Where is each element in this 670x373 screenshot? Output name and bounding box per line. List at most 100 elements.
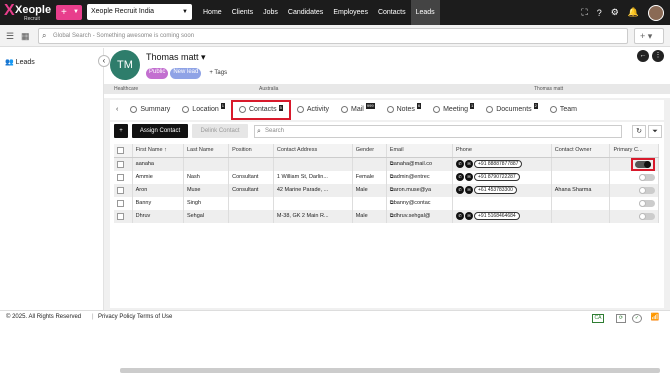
phone-icon[interactable]: ✆ <box>456 212 464 220</box>
table-row[interactable]: Aron Muse Consultant 42 Marine Parade, .… <box>114 183 659 197</box>
table-row[interactable]: Banny Singh ⧉banny@contac <box>114 196 659 210</box>
tab-documents[interactable]: Documents2 <box>480 100 544 120</box>
tab-activity[interactable]: Activity <box>291 100 335 120</box>
add-tags-button[interactable]: + Tags <box>209 68 227 79</box>
cell-gender <box>352 196 387 210</box>
cell-first-name: Ammie <box>132 170 184 184</box>
table-row[interactable]: aanaha ⧉anaha@mail.co ✆ ✉ +91 88887877887 <box>114 157 659 171</box>
settings-gear-icon[interactable]: ⚙ <box>611 7 619 18</box>
cell-email[interactable]: ⧉banny@contac <box>386 196 454 210</box>
global-add-button[interactable]: + ▾ <box>634 28 664 44</box>
primary-contact-toggle[interactable] <box>639 199 655 207</box>
contacts-table: First Name ↑ Last Name Position Contact … <box>114 144 659 223</box>
cell-phone: ✆ ✉ +91 5168464684 <box>452 209 552 223</box>
sync-icon[interactable]: ⟳ <box>616 314 626 323</box>
refresh-icon[interactable]: ↻ <box>632 125 646 138</box>
fullscreen-icon[interactable]: ⛶ <box>581 7 587 18</box>
row-checkbox[interactable] <box>117 199 124 207</box>
phone-icon[interactable]: ✆ <box>456 186 464 194</box>
tab-contacts[interactable]: Contacts 5 <box>231 100 291 120</box>
app-logo[interactable]: X Xeople Recruit <box>4 2 52 24</box>
phone-icon[interactable]: ✆ <box>456 173 464 181</box>
tab-summary[interactable]: Summary <box>124 100 176 120</box>
chevron-down-icon[interactable]: ▾ <box>201 52 206 62</box>
message-icon[interactable]: ✉ <box>465 173 473 181</box>
industry-text: Healthcare <box>114 86 139 92</box>
tab-team[interactable]: Team <box>544 100 583 120</box>
sidebar-collapse-button[interactable]: ‹ <box>98 55 110 67</box>
help-icon[interactable]: ? <box>597 8 602 18</box>
add-contact-button[interactable]: + <box>114 124 128 138</box>
column-header[interactable]: Primary C... <box>609 144 659 158</box>
nav-jobs[interactable]: Jobs <box>258 0 283 25</box>
back-arrow-icon[interactable]: ← <box>637 50 649 62</box>
column-header[interactable]: Email <box>386 144 454 158</box>
nav-candidates[interactable]: Candidates <box>283 0 328 25</box>
tab-location[interactable]: Location1 <box>176 100 231 120</box>
phone-number[interactable]: +61 453783300 <box>474 186 517 194</box>
row-checkbox[interactable] <box>117 212 124 220</box>
row-checkbox[interactable] <box>117 173 124 181</box>
column-header[interactable]: Phone <box>452 144 552 158</box>
phone-number[interactable]: +91 8790722287 <box>474 173 520 181</box>
sidebar-item-leads[interactable]: 👥 Leads <box>5 58 35 66</box>
sort-asc-icon[interactable]: ↑ <box>164 147 167 153</box>
nav-home[interactable]: Home <box>198 0 227 25</box>
message-icon[interactable]: ✉ <box>465 160 473 168</box>
column-header[interactable]: Gender <box>352 144 387 158</box>
cell-email[interactable]: ⧉admin@entrec <box>386 170 454 184</box>
message-icon[interactable]: ✉ <box>465 186 473 194</box>
select-all-checkbox[interactable] <box>114 144 133 158</box>
cell-email[interactable]: ⧉dhruv.sehgal@ <box>386 209 454 223</box>
nav-leads[interactable]: Leads <box>410 0 440 25</box>
phone-icon[interactable]: ✆ <box>456 160 464 168</box>
list-view-icon[interactable]: ☰ <box>6 30 18 42</box>
column-header[interactable]: Contact Address <box>273 144 353 158</box>
primary-contact-toggle[interactable] <box>639 186 655 194</box>
notification-bell-icon[interactable]: 🔔 <box>628 7 639 18</box>
nav-employees[interactable]: Employees <box>328 0 373 25</box>
column-header[interactable]: Contact Owner <box>551 144 611 158</box>
chevron-down-icon: ▼ <box>182 9 188 15</box>
tabs-scroll-left[interactable]: ‹ <box>110 100 124 120</box>
filter-icon[interactable]: ⏷ <box>648 125 662 138</box>
table-row[interactable]: Dhruv Sehgal M-38, GK 2 Main R... Male ⧉… <box>114 209 659 223</box>
user-avatar[interactable] <box>648 4 664 21</box>
assign-contact-button[interactable]: Assign Contact <box>132 124 188 138</box>
column-header[interactable]: First Name ↑ <box>132 144 184 158</box>
contacts-search-input[interactable]: ⌕ Search <box>254 125 622 138</box>
language-badge[interactable]: CA <box>592 314 604 323</box>
row-checkbox[interactable] <box>117 160 124 168</box>
table-row[interactable]: Ammie Nash Consultant 1 William St, Darl… <box>114 170 659 184</box>
horizontal-scrollbar[interactable] <box>120 368 660 373</box>
tab-meeting[interactable]: Meeting1 <box>427 100 480 120</box>
primary-contact-toggle[interactable] <box>639 212 655 220</box>
delink-contact-button[interactable]: Delink Contact <box>192 124 248 138</box>
tab-mail[interactable]: Mail999 <box>335 100 381 120</box>
cell-email[interactable]: ⧉aron.muse@ya <box>386 183 454 197</box>
nav-contacts[interactable]: Contacts <box>373 0 411 25</box>
search-icon: ⌕ <box>257 128 261 135</box>
column-header[interactable]: Position <box>228 144 274 158</box>
phone-number[interactable]: +91 88887877887 <box>474 160 523 168</box>
cell-email[interactable]: ⧉anaha@mail.co <box>386 157 454 171</box>
grid-view-icon[interactable]: ▦ <box>21 30 33 42</box>
tab-notes[interactable]: Notes6 <box>381 100 428 120</box>
top-navigation-bar: X Xeople Recruit + ▼ Xeople Recruit India ▼ … <box>0 0 670 25</box>
organization-select[interactable]: Xeople Recruit India ▼ <box>87 4 192 20</box>
primary-contact-toggle[interactable] <box>635 160 651 168</box>
privacy-policy-link[interactable]: Privacy Policy <box>98 314 135 320</box>
more-options-icon[interactable]: ⋮ <box>652 50 664 62</box>
cell-gender: Male <box>352 183 387 197</box>
column-header[interactable]: Last Name <box>183 144 230 158</box>
phone-number[interactable]: +91 5168464684 <box>474 212 520 220</box>
quick-add-button[interactable]: + ▼ <box>56 5 82 20</box>
global-search-input[interactable]: ⌕ Global Search - Something awesome is co… <box>38 28 628 44</box>
lead-name[interactable]: Thomas matt ▾ <box>146 52 206 63</box>
terms-of-use-link[interactable]: Terms of Use <box>137 314 172 320</box>
message-icon[interactable]: ✉ <box>465 212 473 220</box>
nav-clients[interactable]: Clients <box>227 0 258 25</box>
primary-contact-toggle[interactable] <box>639 173 655 181</box>
check-circle-icon[interactable]: ✓ <box>632 314 642 323</box>
row-checkbox[interactable] <box>117 186 124 194</box>
